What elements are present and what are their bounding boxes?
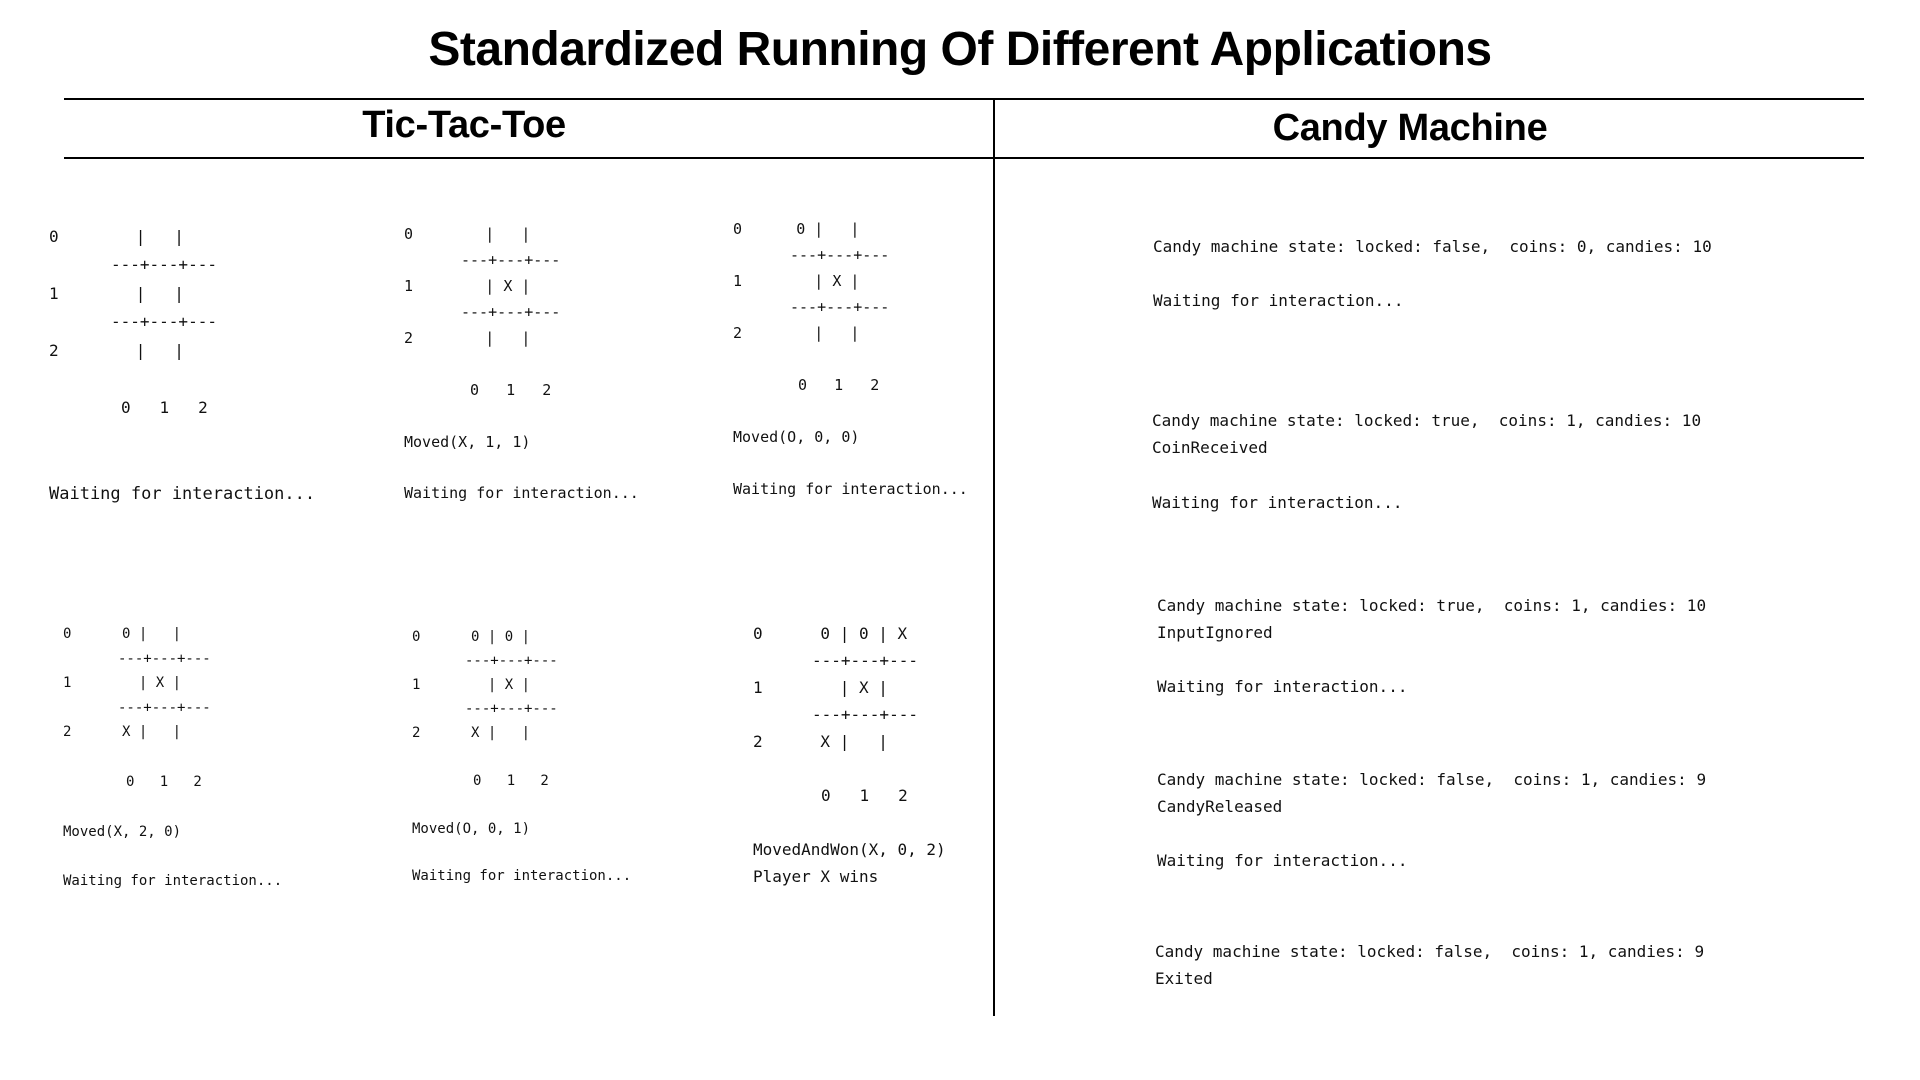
board-separator: ---+---+--- (111, 255, 217, 274)
event-text: Moved(O, 0, 0) (733, 428, 860, 446)
board-column-labels: 0 1 2 (470, 381, 552, 399)
board-column-labels: 0 1 2 (821, 786, 908, 805)
board-row-1: 1 | X | (733, 272, 860, 290)
board-row-2: 2 | | (49, 341, 184, 360)
board-row-0: 0 0 | 0 | (412, 629, 531, 645)
status-text: Waiting for interaction... (1153, 291, 1404, 310)
event-text: Moved(O, 0, 1) (412, 821, 531, 837)
event-text: CandyReleased (1157, 797, 1283, 816)
event-text: CoinReceived (1152, 438, 1268, 457)
board-separator: ---+---+--- (461, 303, 561, 321)
board-separator: ---+---+--- (465, 701, 558, 717)
board-row-0: 0 | | (49, 227, 184, 246)
board-row-0: 0 | | (404, 225, 531, 243)
board-column-labels: 0 1 2 (473, 773, 549, 789)
board-separator: ---+---+--- (118, 700, 211, 716)
board-column-labels: 0 1 2 (121, 398, 208, 417)
board-row-1: 1 | X | (63, 675, 182, 691)
event-text: MovedAndWon(X, 0, 2) (753, 840, 946, 859)
status-text: Waiting for interaction... (49, 484, 316, 504)
board-row-1: 1 | X | (412, 677, 531, 693)
board-row-1: 1 | X | (404, 277, 531, 295)
board-row-0: 0 0 | | (733, 220, 860, 238)
machine-state-text: Candy machine state: locked: false, coin… (1157, 770, 1707, 789)
candy-machine-header: Candy Machine (1272, 107, 1548, 149)
machine-state-text: Candy machine state: locked: false, coin… (1155, 942, 1705, 961)
machine-state-text: Candy machine state: locked: false, coin… (1153, 237, 1712, 256)
board-row-2: 2 X | | (412, 725, 531, 741)
board-separator: ---+---+--- (111, 312, 217, 331)
column-divider (993, 99, 995, 1016)
result-text: Player X wins (753, 867, 879, 886)
event-text: InputIgnored (1157, 623, 1273, 642)
board-row-2: 2 | | (733, 324, 860, 342)
board-separator: ---+---+--- (465, 653, 558, 669)
status-text: Waiting for interaction... (1157, 851, 1408, 870)
status-text: Waiting for interaction... (1152, 493, 1403, 512)
page-title: Standardized Running Of Different Applic… (428, 23, 1492, 76)
board-separator: ---+---+--- (812, 705, 918, 724)
board-column-labels: 0 1 2 (126, 774, 202, 790)
board-separator: ---+---+--- (118, 651, 211, 667)
status-text: Waiting for interaction... (412, 868, 632, 884)
machine-state-text: Candy machine state: locked: true, coins… (1157, 596, 1707, 615)
tictactoe-header: Tic-Tac-Toe (362, 104, 566, 146)
status-text: Waiting for interaction... (733, 480, 968, 498)
status-text: Waiting for interaction... (63, 873, 283, 889)
event-text: Moved(X, 2, 0) (63, 824, 182, 840)
board-separator: ---+---+--- (812, 651, 918, 670)
header-bottom-divider (64, 157, 1864, 159)
board-column-labels: 0 1 2 (798, 376, 880, 394)
board-separator: ---+---+--- (461, 251, 561, 269)
board-row-2: 2 X | | (753, 732, 888, 751)
board-row-1: 1 | X | (753, 678, 888, 697)
status-text: Waiting for interaction... (404, 484, 639, 502)
header-top-divider (64, 98, 1864, 100)
event-text: Exited (1155, 969, 1213, 988)
board-separator: ---+---+--- (790, 246, 890, 264)
board-row-0: 0 0 | 0 | X (753, 624, 908, 643)
status-text: Waiting for interaction... (1157, 677, 1408, 696)
event-text: Moved(X, 1, 1) (404, 433, 531, 451)
machine-state-text: Candy machine state: locked: true, coins… (1152, 411, 1702, 430)
board-row-2: 2 | | (404, 329, 531, 347)
board-separator: ---+---+--- (790, 298, 890, 316)
board-row-2: 2 X | | (63, 724, 182, 740)
board-row-0: 0 0 | | (63, 626, 182, 642)
board-row-1: 1 | | (49, 284, 184, 303)
